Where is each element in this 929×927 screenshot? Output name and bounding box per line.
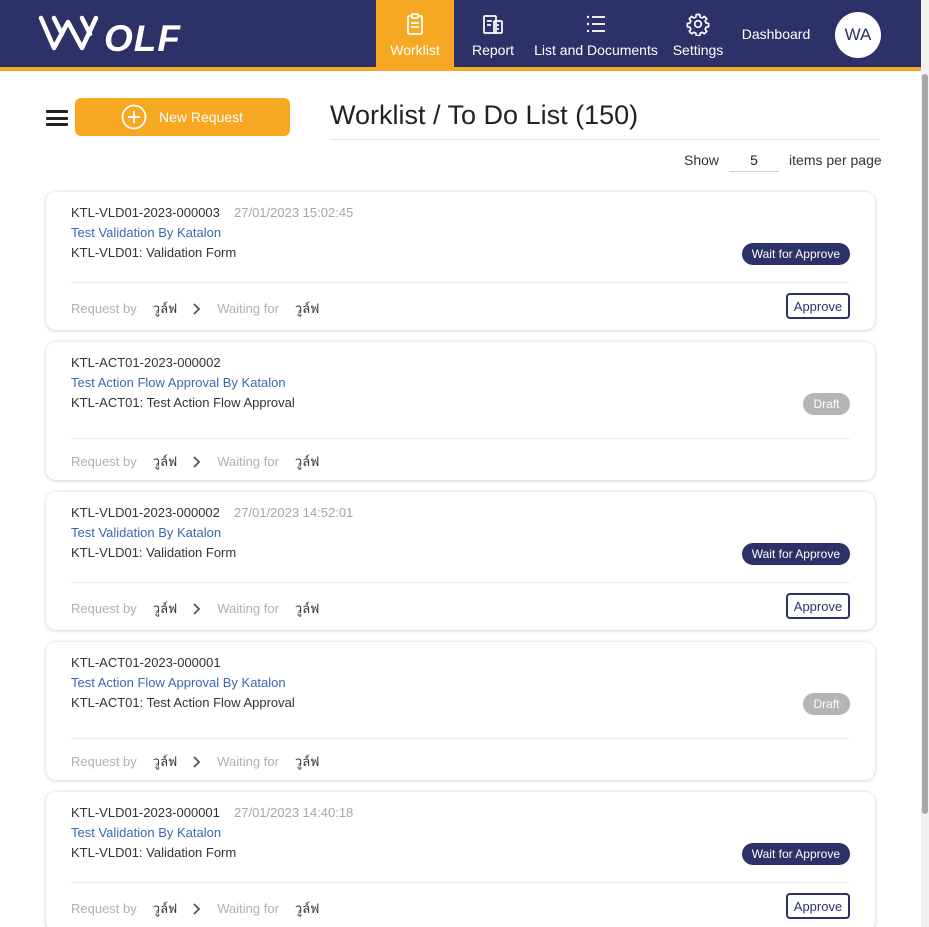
- chevron-right-icon: [193, 455, 201, 468]
- request-by-label: Request by: [71, 301, 137, 316]
- scrollbar-thumb[interactable]: [922, 74, 928, 814]
- worklist-card[interactable]: KTL-VLD01-2023-000001 27/01/2023 14:40:1…: [46, 792, 875, 927]
- nav-settings-label: Settings: [672, 42, 724, 58]
- nav-dashboard-label: Dashboard: [741, 25, 811, 42]
- status-badge: Wait for Approve: [741, 843, 850, 865]
- waiting-for-label: Waiting for: [217, 601, 279, 616]
- requester-name: วูล์ฟ: [152, 754, 178, 769]
- items-per-page-suffix: items per page: [789, 152, 882, 168]
- approve-button[interactable]: Approve: [786, 593, 850, 619]
- waiting-for-name: วูล์ฟ: [294, 454, 320, 469]
- nav-settings[interactable]: Settings: [668, 0, 728, 71]
- request-by-label: Request by: [71, 601, 137, 616]
- chevron-right-icon: [193, 602, 201, 615]
- request-form-name: KTL-ACT01: Test Action Flow Approval: [71, 695, 295, 710]
- waiting-for-name: วูล์ฟ: [294, 901, 320, 916]
- approve-button[interactable]: Approve: [786, 293, 850, 319]
- request-form-name: KTL-VLD01: Validation Form: [71, 845, 237, 860]
- chevron-right-icon: [193, 302, 201, 315]
- nav-list-and-documents-label: List and Documents: [534, 42, 658, 58]
- nav-worklist-label: Worklist: [390, 42, 440, 58]
- wolf-logo[interactable]: OLF: [38, 12, 204, 56]
- request-by-label: Request by: [71, 454, 137, 469]
- waiting-for-label: Waiting for: [217, 301, 279, 316]
- request-date: 27/01/2023 14:52:01: [234, 505, 354, 520]
- request-id: KTL-ACT01-2023-000002: [71, 355, 221, 370]
- requester-name: วูล์ฟ: [152, 901, 178, 916]
- request-id: KTL-VLD01-2023-000001: [71, 805, 220, 820]
- card-footer: Request by วูล์ฟ Waiting for วูล์ฟ: [71, 598, 319, 619]
- user-avatar[interactable]: WA: [835, 12, 881, 58]
- gear-icon: [686, 13, 710, 36]
- plus-circle-icon: [121, 104, 147, 130]
- card-footer: Request by วูล์ฟ Waiting for วูล์ฟ: [71, 451, 319, 472]
- show-label: Show: [684, 152, 720, 168]
- chevron-right-icon: [193, 755, 201, 768]
- status-badge: Draft: [803, 693, 850, 715]
- request-title-link[interactable]: Test Validation By Katalon: [71, 225, 221, 240]
- waiting-for-label: Waiting for: [217, 454, 279, 469]
- approve-button[interactable]: Approve: [786, 893, 850, 919]
- nav-report[interactable]: Report: [463, 0, 523, 71]
- card-divider: [71, 738, 850, 739]
- status-badge: Wait for Approve: [741, 243, 850, 265]
- page-title: Worklist / To Do List (150): [330, 100, 880, 140]
- card-divider: [71, 438, 850, 439]
- worklist-card[interactable]: KTL-VLD01-2023-000003 27/01/2023 15:02:4…: [46, 192, 875, 330]
- request-id: KTL-ACT01-2023-000001: [71, 655, 221, 670]
- card-divider: [71, 882, 850, 883]
- nav-dashboard[interactable]: Dashboard: [736, 0, 816, 71]
- card-footer: Request by วูล์ฟ Waiting for วูล์ฟ: [71, 298, 319, 319]
- requester-name: วูล์ฟ: [152, 301, 178, 316]
- waiting-for-name: วูล์ฟ: [294, 754, 320, 769]
- request-by-label: Request by: [71, 901, 137, 916]
- waiting-for-name: วูล์ฟ: [294, 301, 320, 316]
- chevron-right-icon: [193, 902, 201, 915]
- clipboard-icon: [407, 13, 423, 35]
- requester-name: วูล์ฟ: [152, 601, 178, 616]
- nav-worklist[interactable]: Worklist: [376, 0, 454, 71]
- waiting-for-label: Waiting for: [217, 754, 279, 769]
- card-divider: [71, 282, 850, 283]
- status-badge: Wait for Approve: [741, 543, 850, 565]
- items-per-page-control: Show items per page: [684, 148, 882, 172]
- requester-name: วูล์ฟ: [152, 454, 178, 469]
- new-request-label: New Request: [159, 109, 244, 125]
- request-id: KTL-VLD01-2023-000002: [71, 505, 220, 520]
- waiting-for-name: วูล์ฟ: [294, 601, 320, 616]
- hamburger-icon-line: [46, 116, 68, 120]
- request-title-link[interactable]: Test Validation By Katalon: [71, 525, 221, 540]
- worklist-card[interactable]: KTL-VLD01-2023-000002 27/01/2023 14:52:0…: [46, 492, 875, 630]
- request-form-name: KTL-VLD01: Validation Form: [71, 545, 237, 560]
- hamburger-icon-line: [46, 110, 68, 113]
- worklist-card[interactable]: KTL-ACT01-2023-000001 Test Action Flow A…: [46, 642, 875, 780]
- new-request-button[interactable]: New Request: [75, 98, 290, 136]
- logo-text: OLF: [104, 18, 181, 56]
- card-divider: [71, 582, 850, 583]
- request-title-link[interactable]: Test Action Flow Approval By Katalon: [71, 375, 286, 390]
- nav-list-and-documents[interactable]: List and Documents: [534, 0, 658, 71]
- card-footer: Request by วูล์ฟ Waiting for วูล์ฟ: [71, 751, 319, 772]
- request-title-link[interactable]: Test Action Flow Approval By Katalon: [71, 675, 286, 690]
- hamburger-icon-line: [46, 123, 68, 126]
- request-date: 27/01/2023 15:02:45: [234, 205, 354, 220]
- request-form-name: KTL-ACT01: Test Action Flow Approval: [71, 395, 295, 410]
- waiting-for-label: Waiting for: [217, 901, 279, 916]
- nav-report-label: Report: [471, 42, 515, 58]
- report-icon: [483, 15, 503, 34]
- page-scrollbar[interactable]: [921, 0, 929, 927]
- request-form-name: KTL-VLD01: Validation Form: [71, 245, 237, 260]
- request-id: KTL-VLD01-2023-000003: [71, 205, 220, 220]
- request-date: 27/01/2023 14:40:18: [234, 805, 354, 820]
- menu-toggle-button[interactable]: [46, 110, 68, 126]
- request-by-label: Request by: [71, 754, 137, 769]
- status-badge: Draft: [803, 393, 850, 415]
- request-title-link[interactable]: Test Validation By Katalon: [71, 825, 221, 840]
- card-footer: Request by วูล์ฟ Waiting for วูล์ฟ: [71, 898, 319, 919]
- list-icon: [586, 15, 605, 33]
- top-navigation-bar: OLF Worklist Report List and Documents S…: [0, 0, 921, 71]
- items-per-page-input[interactable]: [729, 148, 780, 172]
- worklist-card[interactable]: KTL-ACT01-2023-000002 Test Action Flow A…: [46, 342, 875, 480]
